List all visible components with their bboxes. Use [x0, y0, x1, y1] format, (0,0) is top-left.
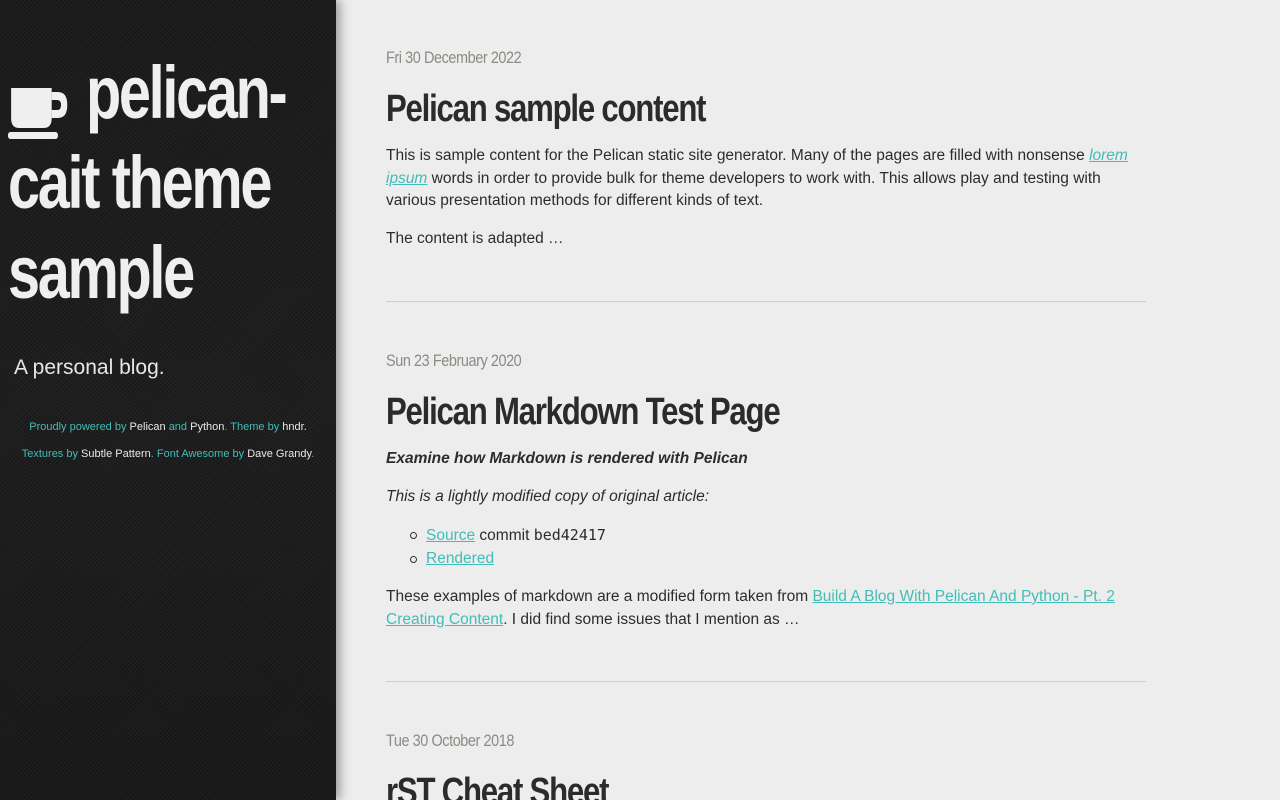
coffee-cup-icon	[8, 70, 72, 139]
commit-hash: bed42417	[533, 526, 606, 544]
credits-textures-label: Textures by	[21, 448, 78, 460]
post-link-list: Source commit bed42417 Rendered	[410, 524, 1146, 571]
post-title-link[interactable]: Pelican Markdown Test Page	[386, 391, 1009, 434]
post-date: Sun 23 February 2020	[386, 351, 522, 370]
post-date: Fri 30 December 2022	[386, 48, 522, 67]
post-date: Tue 30 October 2018	[386, 731, 514, 750]
credits-theme-label: Theme by	[230, 421, 280, 433]
post-summary: These examples of markdown are a modifie…	[386, 586, 1146, 631]
rendered-link[interactable]: Rendered	[426, 550, 494, 567]
credits-line-2: Textures by Subtle Pattern. Font Awesome…	[0, 441, 336, 468]
post-title-link[interactable]: rST Cheat Sheet	[386, 771, 1009, 800]
post-divider	[386, 681, 1146, 682]
list-item: Rendered	[410, 548, 1146, 571]
post-intro-bold: Examine how Markdown is rendered with Pe…	[386, 450, 748, 467]
credits: Proudly powered by Pelican and Python. T…	[0, 414, 336, 468]
post-summary-more: The content is adapted …	[386, 229, 564, 247]
sidebar: pelican-cait theme sample A personal blo…	[0, 0, 336, 800]
credits-dot-1: .	[224, 421, 228, 433]
post-summary-text: This is sample content for the Pelican s…	[386, 147, 1090, 164]
post-summary-text: These examples of markdown are a modifie…	[386, 588, 813, 605]
site-tagline: A personal blog.	[14, 356, 165, 379]
credits-dot-3: .	[150, 448, 154, 460]
source-link[interactable]: Source	[426, 527, 475, 544]
site-title[interactable]: pelican-cait theme sample	[8, 48, 336, 318]
credits-dot-4: .	[311, 448, 315, 460]
post-item: Sun 23 February 2020 Pelican Markdown Te…	[386, 351, 1146, 631]
post-summary-text-cont: . I did find some issues that I mention …	[503, 610, 800, 628]
post-intro-italic: This is a lightly modified copy of origi…	[386, 487, 710, 505]
hndr-link[interactable]: hndr	[282, 421, 303, 433]
subtle-pattern-link[interactable]: Subtle Pattern	[81, 448, 151, 460]
post-summary-text-cont: words in order to provide bulk for theme…	[386, 169, 1101, 210]
post-item: Tue 30 October 2018 rST Cheat Sheet	[386, 731, 1146, 800]
list-item: Source commit bed42417	[410, 524, 1146, 548]
credits-dot-2: .	[303, 421, 307, 433]
credits-line-1: Proudly powered by Pelican and Python. T…	[0, 414, 336, 441]
credits-fontawesome-label: Font Awesome by	[156, 448, 245, 460]
post-summary: This is sample content for the Pelican s…	[386, 145, 1146, 213]
python-link[interactable]: Python	[190, 421, 224, 433]
credits-powered-label: Proudly powered by	[29, 421, 127, 433]
commit-label: commit	[475, 527, 534, 544]
pelican-link[interactable]: Pelican	[130, 421, 166, 433]
credits-and: and	[168, 421, 188, 433]
post-title-link[interactable]: Pelican sample content	[386, 88, 1009, 131]
post-divider	[386, 301, 1146, 302]
post-item: Fri 30 December 2022 Pelican sample cont…	[386, 48, 1146, 250]
dave-grandy-link[interactable]: Dave Grandy	[247, 448, 311, 460]
